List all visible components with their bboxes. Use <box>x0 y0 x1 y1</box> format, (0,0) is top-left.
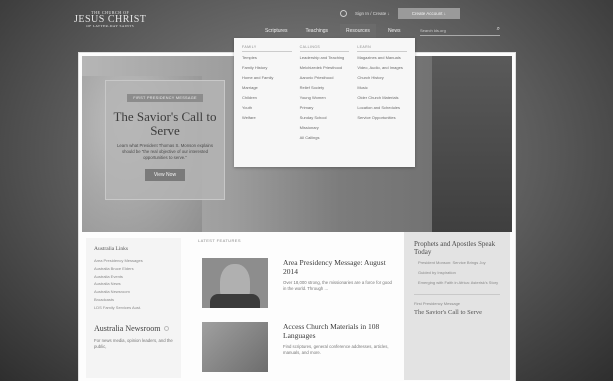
divider <box>414 294 500 295</box>
logo-line3: OF LATTER-DAY SAINTS <box>86 24 135 28</box>
feature-text: Over 18,000 strong, the missionaries are… <box>283 280 392 291</box>
menu-item[interactable]: Primary <box>300 105 350 110</box>
menu-item[interactable]: Marriage <box>242 85 292 90</box>
sidebar-link[interactable]: Broadcasts <box>94 296 173 304</box>
menu-column-callings: CALLINGS Leadership and Teaching Melchiz… <box>299 45 350 160</box>
resources-dropdown: FAMILY Temples Family History Home and F… <box>234 38 415 167</box>
left-sidebar: Australia Links Area Presidency Messages… <box>86 238 181 378</box>
menu-item[interactable]: Leadership and Teaching <box>300 55 350 60</box>
arrow-circle-icon <box>164 325 170 331</box>
links-heading: Australia Links <box>94 246 129 252</box>
feature-title[interactable]: Area Presidency Message: August 2014 <box>283 258 394 276</box>
menu-item[interactable]: Video, Audio, and Images <box>357 65 407 70</box>
create-account-button[interactable]: Create Account ↓ <box>397 8 461 19</box>
hero-right-image <box>432 56 512 232</box>
menu-item[interactable]: Youth <box>242 105 292 110</box>
feature-item[interactable]: Access Church Materials in 108 Languages… <box>202 322 394 372</box>
menu-item[interactable]: Melchizedek Priesthood <box>300 65 350 70</box>
menu-item[interactable]: Home and Family <box>242 75 292 80</box>
menu-item[interactable]: Music <box>357 85 407 90</box>
search-placeholder: Search lds.org <box>420 28 446 33</box>
menu-item[interactable]: Young Women <box>300 95 350 100</box>
prophets-heading[interactable]: Prophets and Apostles Speak Today <box>414 240 500 256</box>
menu-item[interactable]: Magazines and Manuals <box>357 55 407 60</box>
menu-column-learn: LEARN Magazines and Manuals Video, Audio… <box>357 45 407 160</box>
menu-item[interactable]: Missionary <box>300 125 350 130</box>
prophets-link[interactable]: Guided by Inspiration <box>414 270 500 276</box>
nav-resources[interactable]: Resources <box>340 24 376 38</box>
newsroom-title: Australia Newsroom <box>94 323 161 333</box>
newsroom-desc: For news media, opinion leaders, and the… <box>94 337 173 349</box>
menu-item[interactable]: Location and Schedules <box>357 105 407 110</box>
menu-item[interactable]: Temples <box>242 55 292 60</box>
search-icon[interactable]: ⌕ <box>497 26 500 33</box>
promo-tag: FIRST PRESIDENCY MESSAGE <box>127 94 203 102</box>
menu-item[interactable]: Welfare <box>242 115 292 120</box>
menu-item[interactable]: Children <box>242 95 292 100</box>
feature-text: Find scriptures, general conference addr… <box>283 344 389 355</box>
menu-column-family: FAMILY Temples Family History Home and F… <box>242 45 292 160</box>
nav-scriptures[interactable]: Scriptures <box>265 28 288 34</box>
sidebar-link[interactable]: LDS Family Services Aust. <box>94 304 173 312</box>
nav-news[interactable]: News <box>388 28 401 34</box>
promo-text: Learn what President Thomas S. Monson ex… <box>117 143 213 160</box>
utility-bar: Sign In / Create ↓ Create Account ↓ <box>340 8 461 19</box>
hero-promo-card: FIRST PRESIDENCY MESSAGE The Savior's Ca… <box>105 80 225 200</box>
menu-heading: CALLINGS <box>299 45 350 52</box>
sidebar-link[interactable]: Australia Bruce Elders <box>94 265 173 273</box>
nav-teachings[interactable]: Teachings <box>306 28 329 34</box>
sidebar-link[interactable]: Australia Events <box>94 273 173 281</box>
menu-item[interactable]: Aaronic Priesthood <box>300 75 350 80</box>
fp-message-title[interactable]: The Savior's Call to Serve <box>414 309 500 317</box>
prophets-link[interactable]: Emerging with Faith in Africa: Asterisk'… <box>414 280 500 286</box>
portrait-suit <box>210 294 260 308</box>
main-nav: Scriptures Teachings Resources News <box>265 24 401 38</box>
sidebar-link[interactable]: Australia News <box>94 280 173 288</box>
menu-item[interactable]: Sunday School <box>300 115 350 120</box>
feature-item[interactable]: Area Presidency Message: August 2014 Ove… <box>202 258 394 308</box>
feature-thumbnail[interactable] <box>202 258 268 308</box>
menu-item[interactable]: Church History <box>357 75 407 80</box>
promo-title[interactable]: The Savior's Call to Serve <box>106 110 224 138</box>
prophets-link[interactable]: President Monson: Service Brings Joy <box>414 260 500 266</box>
latest-features: LATEST FEATURES Area Presidency Message:… <box>198 238 394 378</box>
feature-title[interactable]: Access Church Materials in 108 Languages <box>283 322 394 340</box>
view-now-button[interactable]: View Now <box>144 169 186 181</box>
sidebar-link[interactable]: Area Presidency Messages <box>94 257 173 265</box>
feature-thumbnail[interactable] <box>202 322 268 372</box>
menu-item[interactable]: Relief Society <box>300 85 350 90</box>
search-input[interactable]: Search lds.org ⌕ <box>420 26 500 36</box>
newsroom-heading[interactable]: Australia Newsroom <box>94 324 173 333</box>
globe-icon[interactable] <box>340 10 347 17</box>
fp-message-label: First Presidency Message <box>414 301 461 306</box>
sidebar-link[interactable]: Australia Newsroom <box>94 288 173 296</box>
right-sidebar: Prophets and Apostles Speak Today Presid… <box>404 232 510 380</box>
menu-item[interactable]: Service Opportunities <box>357 115 407 120</box>
sign-in-link[interactable]: Sign In / Create ↓ <box>355 11 390 16</box>
menu-item[interactable]: Older Church Materials <box>357 95 407 100</box>
features-label: LATEST FEATURES <box>198 238 241 243</box>
menu-heading: LEARN <box>357 45 407 52</box>
menu-item[interactable]: Family History <box>242 65 292 70</box>
church-logo[interactable]: THE CHURCH OF JESUS CHRIST OF LATTER-DAY… <box>74 11 146 29</box>
menu-item[interactable]: All Callings <box>300 135 350 140</box>
menu-heading: FAMILY <box>242 45 292 52</box>
